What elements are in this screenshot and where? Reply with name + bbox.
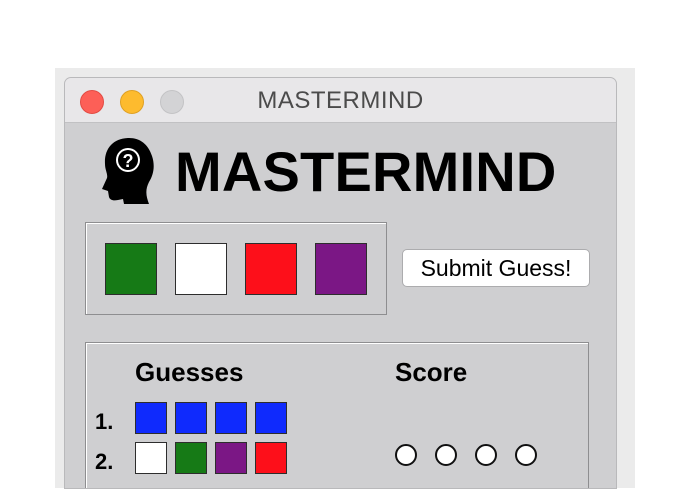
history-peg-2-3 [215,442,247,474]
score-peg-2-1 [395,444,417,466]
guess-row-1-number: 1. [95,409,114,434]
history-peg-1-2 [175,402,207,434]
head-question-icon: ? [102,138,154,204]
app-logo-title: MASTERMIND [175,140,557,203]
guess-peg-1[interactable] [105,243,157,295]
guesses-column-header: Guesses [135,357,244,387]
guess-peg-4[interactable] [315,243,367,295]
history-peg-2-1 [135,442,167,474]
current-guess-panel [85,222,387,315]
score-peg-2-2 [435,444,457,466]
svg-text:?: ? [123,151,134,171]
history-peg-2-4 [255,442,287,474]
submit-guess-button[interactable]: Submit Guess! [402,249,590,287]
history-peg-1-1 [135,402,167,434]
score-column-header: Score [395,357,468,387]
titlebar: MASTERMIND [65,78,616,123]
score-peg-2-3 [475,444,497,466]
history-peg-1-3 [215,402,247,434]
guess-peg-2[interactable] [175,243,227,295]
app-window: MASTERMIND ? MASTERMIND Submit Guess! Gu… [64,77,617,489]
window-title: MASTERMIND [257,87,424,114]
guess-peg-3[interactable] [245,243,297,295]
history-peg-2-2 [175,442,207,474]
guess-row-2-number: 2. [95,449,114,474]
history-peg-1-4 [255,402,287,434]
score-peg-2-4 [515,444,537,466]
